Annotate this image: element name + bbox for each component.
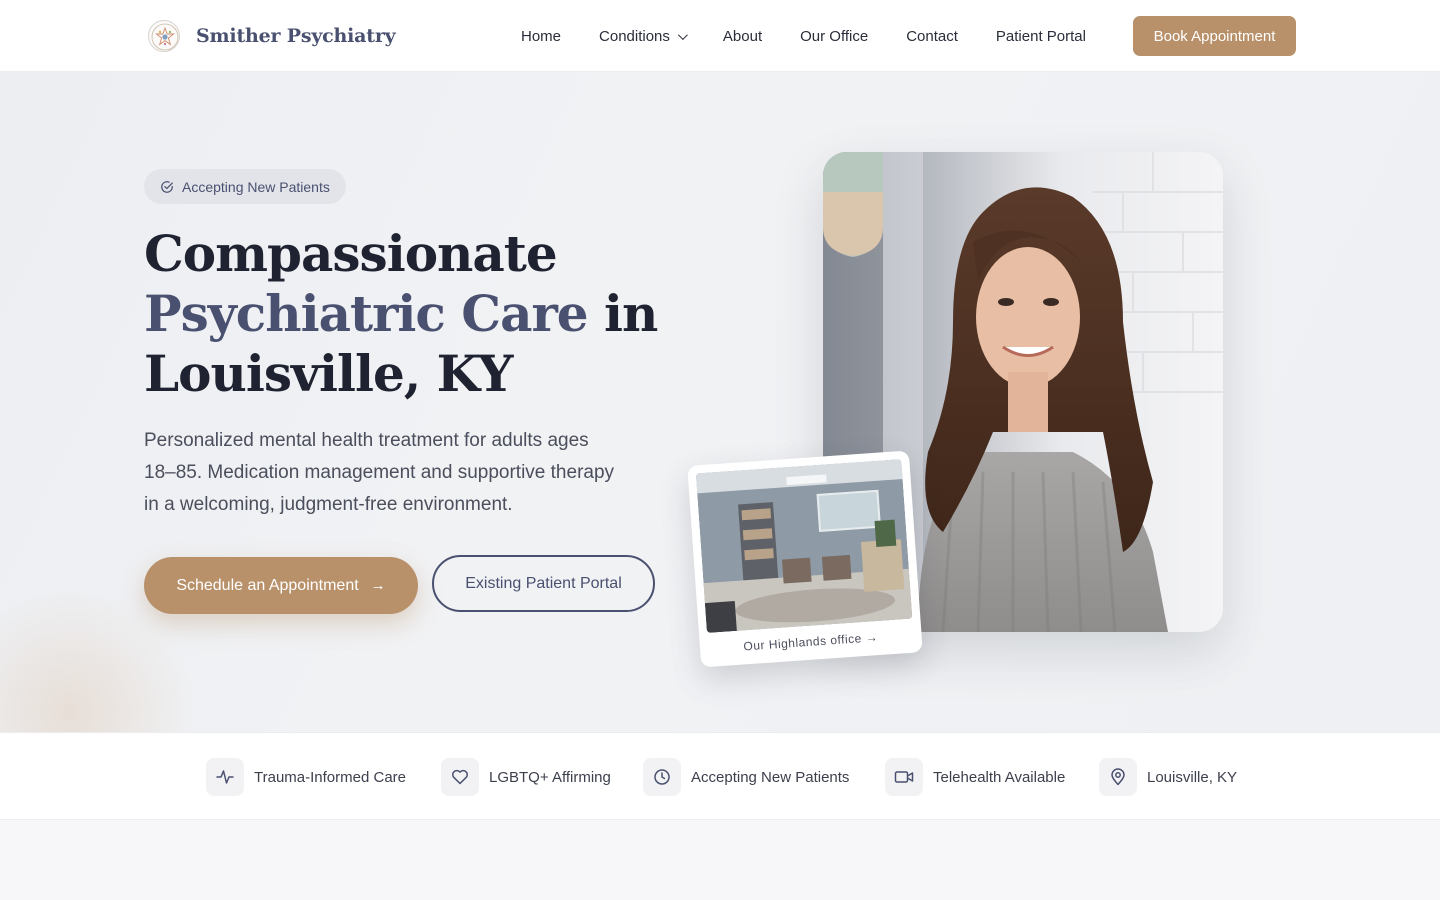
brand-name: Smither Psychiatry xyxy=(196,25,396,47)
nav-patient-portal[interactable]: Patient Portal xyxy=(996,28,1086,45)
video-icon xyxy=(885,758,923,796)
nav-home[interactable]: Home xyxy=(521,28,561,45)
hero-section: Accepting New Patients Compassionate Psy… xyxy=(0,72,1440,732)
activity-icon xyxy=(206,758,244,796)
nav-our-office[interactable]: Our Office xyxy=(800,28,868,45)
badge-label: Accepting New Patients xyxy=(182,178,330,195)
heart-icon xyxy=(441,758,479,796)
feature-accepting-new-patients: Accepting New Patients xyxy=(643,758,849,796)
logo-icon xyxy=(148,20,180,52)
features-bar: Trauma-Informed Care LGBTQ+ Affirming Ac… xyxy=(0,732,1440,820)
feature-telehealth: Telehealth Available xyxy=(885,758,1065,796)
headline-accent: Psychiatric Care xyxy=(144,284,589,343)
map-pin-icon xyxy=(1099,758,1137,796)
headline-line-1: Compassionate xyxy=(144,224,558,283)
headline-line-3: Louisville, KY xyxy=(144,344,513,403)
schedule-appointment-button[interactable]: Schedule an Appointment → xyxy=(144,557,418,614)
book-appointment-button[interactable]: Book Appointment xyxy=(1133,16,1296,56)
feature-label: LGBTQ+ Affirming xyxy=(489,768,611,786)
feature-lgbtq-affirming: LGBTQ+ Affirming xyxy=(441,758,611,796)
clock-icon xyxy=(643,758,681,796)
accepting-badge: Accepting New Patients xyxy=(144,169,346,204)
patient-portal-button[interactable]: Existing Patient Portal xyxy=(432,555,655,612)
nav-conditions-label: Conditions xyxy=(599,27,670,45)
chevron-down-icon xyxy=(677,29,688,40)
hero-lead: Personalized mental health treatment for… xyxy=(144,430,615,515)
next-section xyxy=(0,820,1440,900)
check-circle-icon xyxy=(161,180,173,193)
nav-about[interactable]: About xyxy=(723,28,762,45)
main-nav: Home Conditions About Our Office Contact… xyxy=(503,16,1124,56)
headline-in: in xyxy=(604,284,658,343)
office-photo-caption: Our Highlands office → xyxy=(743,630,879,654)
office-photo-card[interactable]: Our Highlands office → xyxy=(687,450,923,668)
feature-location: Louisville, KY xyxy=(1099,758,1237,796)
feature-label: Trauma-Informed Care xyxy=(254,768,406,786)
feature-label: Accepting New Patients xyxy=(691,768,850,786)
feature-label: Louisville, KY xyxy=(1147,768,1238,786)
brand[interactable]: Smither Psychiatry xyxy=(148,20,396,52)
hero-headline: Compassionate Psychiatric Care in Louisv… xyxy=(144,224,658,404)
feature-trauma-informed: Trauma-Informed Care xyxy=(206,758,406,796)
arrow-right-icon: → xyxy=(370,577,386,594)
office-photo xyxy=(695,459,913,634)
schedule-appointment-label: Schedule an Appointment xyxy=(176,576,359,594)
nav-contact[interactable]: Contact xyxy=(906,28,958,45)
nav-conditions[interactable]: Conditions xyxy=(599,27,688,45)
site-header: Smither Psychiatry Home Conditions About… xyxy=(0,0,1440,72)
feature-label: Telehealth Available xyxy=(933,768,1066,786)
